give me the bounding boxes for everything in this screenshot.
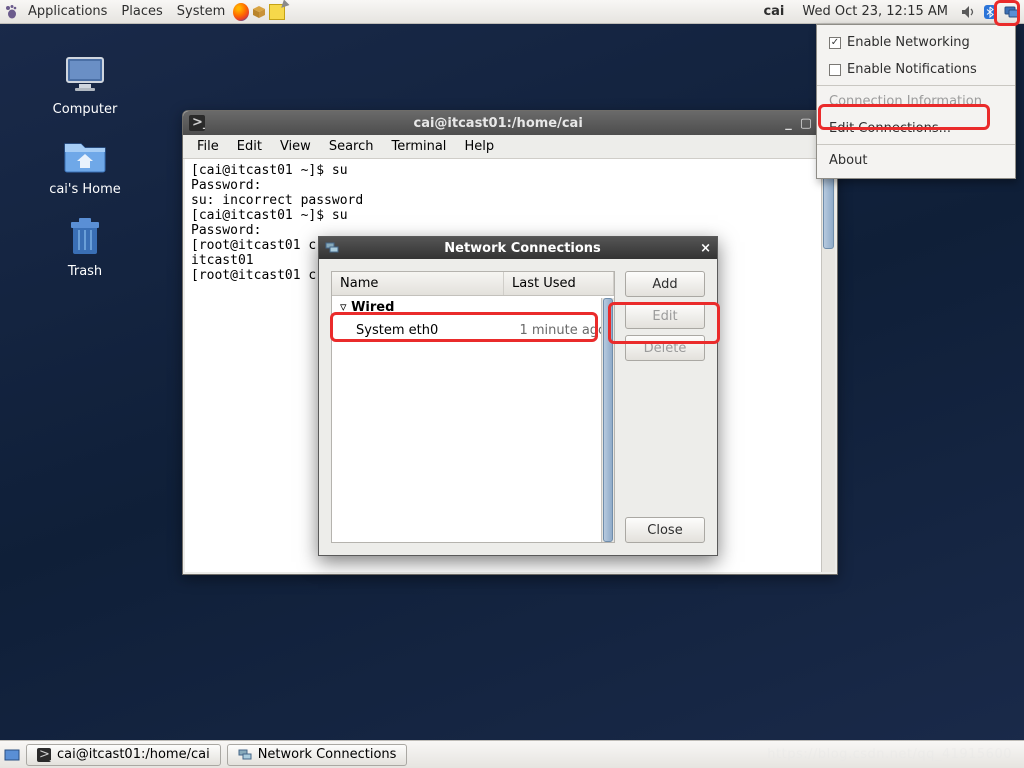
col-last-used[interactable]: Last Used <box>504 272 614 295</box>
menu-applications[interactable]: Applications <box>22 2 113 21</box>
menu-file[interactable]: File <box>189 137 227 156</box>
network-icon <box>325 241 339 255</box>
firefox-icon[interactable] <box>233 4 249 20</box>
watermark: https://blog.csdn.net/qq_41915600 <box>767 747 1012 762</box>
terminal-scrollbar[interactable] <box>821 159 835 572</box>
terminal-icon: >_ <box>189 115 205 131</box>
clock[interactable]: Wed Oct 23, 12:15 AM <box>796 2 954 21</box>
dialog-close-button[interactable]: × <box>700 241 711 256</box>
note-icon[interactable] <box>269 4 285 20</box>
dialog-titlebar[interactable]: Network Connections × <box>319 237 717 259</box>
menu-enable-notifications[interactable]: Enable Notifications <box>817 56 1015 83</box>
list-scrollbar[interactable] <box>601 298 614 542</box>
network-manager-icon[interactable] <box>1004 4 1020 20</box>
volume-icon[interactable] <box>960 4 976 20</box>
label: Connection Information <box>829 94 982 109</box>
label: cai's Home <box>45 182 125 197</box>
terminal-title: cai@itcast01:/home/cai <box>211 116 785 131</box>
checkbox-unchecked-icon <box>829 64 841 76</box>
col-name[interactable]: Name <box>332 272 504 295</box>
network-menu: Enable Networking Enable Notifications C… <box>816 24 1016 179</box>
desktop-icon-home[interactable]: cai's Home <box>45 130 125 197</box>
task-terminal[interactable]: >_ cai@itcast01:/home/cai <box>26 744 221 766</box>
menu-places[interactable]: Places <box>115 2 168 21</box>
network-connections-dialog: Network Connections × Name Last Used Wir… <box>318 236 718 556</box>
task-label: Network Connections <box>258 747 397 762</box>
maximize-button[interactable]: ▢ <box>800 116 812 131</box>
add-button[interactable]: Add <box>625 271 705 297</box>
connections-list: Name Last Used Wired System eth0 1 minut… <box>331 271 615 543</box>
connection-row[interactable]: System eth0 1 minute ago <box>332 319 614 342</box>
top-panel: Applications Places System cai Wed Oct 2… <box>0 0 1024 24</box>
svg-text:>_: >_ <box>192 115 205 130</box>
bluetooth-icon[interactable] <box>982 4 998 20</box>
dialog-title: Network Connections <box>345 241 700 256</box>
menu-edit-connections[interactable]: Edit Connections... <box>817 115 1015 142</box>
menu-connection-info: Connection Information <box>817 88 1015 115</box>
label: Computer <box>45 102 125 117</box>
menu-separator <box>817 85 1015 86</box>
row-last-used: 1 minute ago <box>504 323 606 338</box>
label: About <box>829 153 867 168</box>
menu-search[interactable]: Search <box>321 137 382 156</box>
menu-separator <box>817 144 1015 145</box>
svg-text:>_: >_ <box>39 748 51 762</box>
desktop-icon-computer[interactable]: Computer <box>45 50 125 117</box>
gnome-foot-icon <box>4 4 20 20</box>
menu-view[interactable]: View <box>272 137 319 156</box>
menu-help[interactable]: Help <box>456 137 502 156</box>
menu-enable-networking[interactable]: Enable Networking <box>817 29 1015 56</box>
list-header: Name Last Used <box>332 272 614 296</box>
menu-about[interactable]: About <box>817 147 1015 174</box>
delete-button[interactable]: Delete <box>625 335 705 361</box>
label: Edit Connections... <box>829 121 951 136</box>
task-network-connections[interactable]: Network Connections <box>227 744 408 766</box>
label: Enable Notifications <box>847 62 977 77</box>
checkbox-checked-icon <box>829 37 841 49</box>
package-icon[interactable] <box>251 4 267 20</box>
task-label: cai@itcast01:/home/cai <box>57 747 210 762</box>
terminal-titlebar[interactable]: >_ cai@itcast01:/home/cai _ ▢ × <box>183 111 837 135</box>
label: Enable Networking <box>847 35 970 50</box>
minimize-button[interactable]: _ <box>785 116 792 131</box>
menu-terminal[interactable]: Terminal <box>383 137 454 156</box>
label: Trash <box>45 264 125 279</box>
scrollbar-thumb[interactable] <box>603 298 613 542</box>
menu-edit[interactable]: Edit <box>229 137 270 156</box>
show-desktop-icon[interactable] <box>4 747 20 763</box>
group-wired[interactable]: Wired <box>332 296 614 319</box>
edit-button[interactable]: Edit <box>625 303 705 329</box>
menu-system[interactable]: System <box>171 2 231 21</box>
close-button[interactable]: Close <box>625 517 705 543</box>
user-indicator[interactable]: cai <box>757 2 790 21</box>
row-name: System eth0 <box>356 323 504 338</box>
terminal-menubar: File Edit View Search Terminal Help <box>183 135 837 159</box>
desktop-icon-trash[interactable]: Trash <box>45 212 125 279</box>
